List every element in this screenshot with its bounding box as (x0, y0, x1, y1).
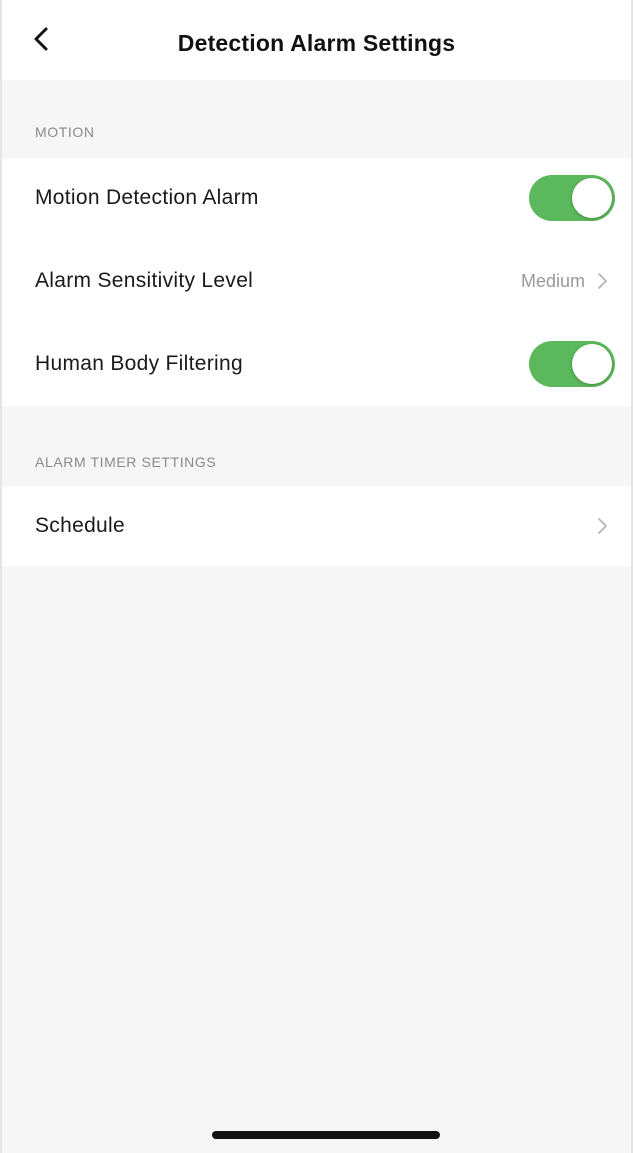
toggle-knob (572, 344, 612, 384)
alarm-sensitivity-value: Medium (520, 270, 585, 291)
alarm-sensitivity-level-label: Alarm Sensitivity Level (35, 269, 254, 292)
home-indicator[interactable] (212, 1131, 440, 1139)
motion-settings-group: Motion Detection Alarm Alarm Sensitivity… (2, 158, 631, 406)
human-body-filtering-row: Human Body Filtering (2, 334, 631, 394)
section-header-motion: MOTION (35, 124, 95, 140)
toggle-knob (572, 178, 612, 218)
screen: Detection Alarm Settings MOTION Motion D… (0, 0, 633, 1153)
chevron-right-icon (593, 514, 611, 538)
motion-detection-alarm-toggle[interactable] (529, 175, 615, 221)
motion-detection-alarm-row: Motion Detection Alarm (2, 168, 631, 228)
motion-detection-alarm-label: Motion Detection Alarm (35, 186, 259, 209)
schedule-label: Schedule (35, 514, 125, 537)
chevron-right-icon (593, 269, 611, 293)
section-header-alarm-timer: ALARM TIMER SETTINGS (35, 454, 217, 470)
human-body-filtering-label: Human Body Filtering (35, 352, 243, 375)
schedule-row[interactable]: Schedule (2, 496, 631, 556)
alarm-timer-group: Schedule (2, 486, 631, 566)
human-body-filtering-toggle[interactable] (529, 341, 615, 387)
navigation-bar: Detection Alarm Settings (2, 0, 631, 80)
page-title: Detection Alarm Settings (177, 30, 456, 56)
alarm-sensitivity-level-row[interactable]: Alarm Sensitivity Level Medium (2, 251, 631, 311)
